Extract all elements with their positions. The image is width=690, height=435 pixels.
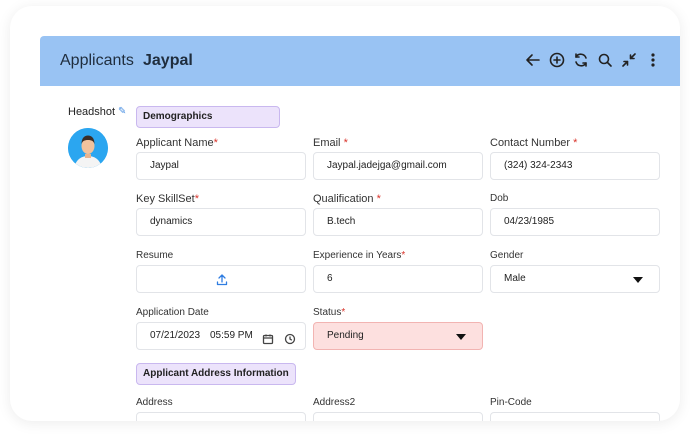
- dob-field[interactable]: 04/23/1985: [490, 208, 660, 236]
- add-circle-icon[interactable]: [548, 51, 566, 69]
- chevron-down-icon[interactable]: [633, 277, 643, 283]
- section-address: Applicant Address Information: [136, 363, 296, 385]
- more-vertical-icon[interactable]: [644, 51, 662, 69]
- chevron-down-icon[interactable]: [456, 334, 466, 340]
- gender-value: Male: [504, 273, 526, 284]
- status-value: Pending: [327, 330, 364, 341]
- dob-label: Dob: [490, 193, 509, 204]
- headshot-label: Headshot: [68, 106, 116, 118]
- experience-label: Experience in Years*: [313, 250, 406, 261]
- resume-label: Resume: [136, 250, 174, 261]
- pincode-field[interactable]: [490, 412, 660, 421]
- address-label: Address: [136, 397, 173, 408]
- email-label: Email *: [313, 137, 348, 149]
- address2-label: Address2: [313, 397, 356, 408]
- resume-upload-field[interactable]: [136, 265, 306, 293]
- contact-number-label: Contact Number *: [490, 137, 578, 149]
- collapse-icon[interactable]: [620, 51, 638, 69]
- clock-icon[interactable]: [284, 330, 296, 345]
- qualification-label: Qualification *: [313, 193, 381, 205]
- search-icon[interactable]: [596, 51, 614, 69]
- refresh-icon[interactable]: [572, 51, 590, 69]
- section-demographics: Demographics: [136, 106, 280, 128]
- back-arrow-icon[interactable]: [524, 51, 542, 69]
- application-date-value: 07/21/2023: [150, 330, 201, 341]
- status-select[interactable]: Pending: [313, 322, 483, 350]
- person-icon: [68, 128, 108, 168]
- gender-select[interactable]: Male: [490, 265, 660, 293]
- applicant-name-label: Applicant Name*: [136, 137, 218, 149]
- address2-field[interactable]: [313, 412, 483, 421]
- application-date-field[interactable]: 07/21/2023 05:59 PM: [136, 322, 306, 350]
- record-header: Applicants Jaypal: [40, 36, 680, 86]
- application-date-label: Application Date: [136, 307, 209, 318]
- record-name: Jaypal: [143, 52, 193, 69]
- form-card: Applicants Jaypal Headshot ✎ Demographic…: [10, 6, 680, 421]
- entity-title: Applicants: [60, 52, 134, 69]
- qualification-field[interactable]: B.tech: [313, 208, 483, 236]
- key-skillset-label: Key SkillSet*: [136, 193, 199, 205]
- gender-label: Gender: [490, 250, 524, 261]
- email-field[interactable]: Jaypal.jadejga@gmail.com: [313, 152, 483, 180]
- edit-pencil-icon[interactable]: ✎: [118, 106, 126, 117]
- experience-field[interactable]: 6: [313, 265, 483, 293]
- contact-number-field[interactable]: (324) 324-2343: [490, 152, 660, 180]
- address-field[interactable]: [136, 412, 306, 421]
- pincode-label: Pin-Code: [490, 397, 532, 408]
- applicant-name-field[interactable]: Jaypal: [136, 152, 306, 180]
- upload-icon[interactable]: [216, 274, 228, 286]
- calendar-icon[interactable]: [262, 330, 274, 345]
- status-label: Status*: [313, 307, 346, 318]
- key-skillset-field[interactable]: dynamics: [136, 208, 306, 236]
- application-time-value: 05:59 PM: [210, 330, 253, 341]
- avatar[interactable]: [68, 128, 108, 168]
